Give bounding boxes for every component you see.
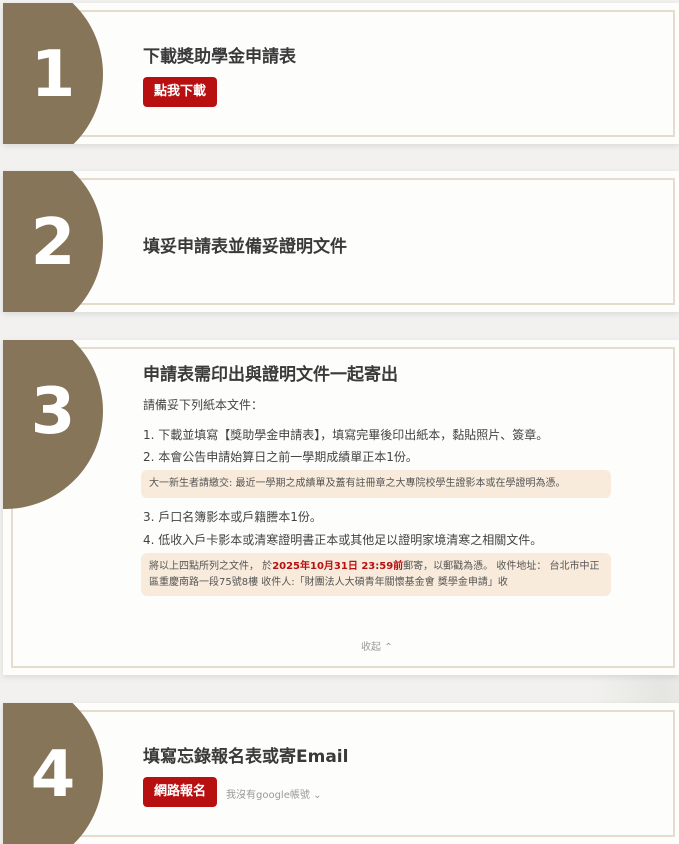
step-number: 3	[30, 375, 76, 449]
chevron-down-icon: ⌄	[313, 790, 322, 801]
online-register-button[interactable]: 網路報名	[143, 777, 218, 807]
step-card-4: 4 填寫忘錄報名表或寄Email 網路報名 我沒有google帳號 ⌄	[3, 703, 679, 844]
step-title: 填寫忘錄報名表或寄Email	[143, 747, 349, 767]
no-google-label: 我沒有google帳號	[226, 790, 310, 801]
collapse-label: 收起	[361, 642, 381, 653]
card-frame	[11, 10, 675, 137]
no-google-account-toggle[interactable]: 我沒有google帳號 ⌄	[226, 786, 321, 801]
document-item: 2. 本會公告申請始算日之前一學期成績單正本1份。	[143, 450, 418, 464]
download-button[interactable]: 點我下載	[143, 77, 218, 107]
document-item: 3. 戶口名簿影本或戶籍謄本1份。	[143, 510, 322, 524]
step-title: 下載獎助學金申請表	[143, 47, 296, 67]
step-card-2: 2 填妥申請表並備妥證明文件	[3, 171, 679, 312]
freshman-note-text: 大一新生者請繳交: 最近一學期之成績單及蓋有註冊章之大專院校學生證影本或在學證明…	[149, 478, 566, 489]
deadline-date: 2025年10月31日 23:59前	[272, 561, 404, 572]
step-number: 1	[30, 38, 76, 112]
collapse-toggle[interactable]: 收起 ⌃	[361, 638, 393, 653]
card-frame	[11, 347, 675, 668]
step-card-1: 1 下載獎助學金申請表 點我下載	[3, 3, 679, 144]
chevron-up-icon: ⌃	[384, 642, 393, 653]
step-title: 填妥申請表並備妥證明文件	[143, 237, 347, 257]
step-number: 4	[30, 738, 76, 812]
step-number: 2	[30, 206, 76, 280]
step-card-3: 3 申請表需印出與證明文件一起寄出 請備妥下列紙本文件： 1. 下載並填寫【獎助…	[3, 340, 679, 675]
step-title: 申請表需印出與證明文件一起寄出	[143, 365, 398, 385]
document-item: 1. 下載並填寫【獎助學金申請表】，填寫完畢後印出紙本，黏貼照片、簽章。	[143, 428, 549, 442]
card-frame	[11, 710, 675, 837]
mailing-note: 將以上四點所列之文件， 於2025年10月31日 23:59前郵寄，以郵戳為憑。…	[141, 553, 611, 596]
document-item: 4. 低收入戶卡影本或清寒證明書正本或其他足以證明家境清寒之相關文件。	[143, 533, 543, 547]
freshman-note: 大一新生者請繳交: 最近一學期之成績單及蓋有註冊章之大專院校學生證影本或在學證明…	[141, 470, 611, 498]
documents-intro: 請備妥下列紙本文件：	[143, 398, 264, 412]
mailing-note-pre: 將以上四點所列之文件， 於	[149, 561, 273, 572]
